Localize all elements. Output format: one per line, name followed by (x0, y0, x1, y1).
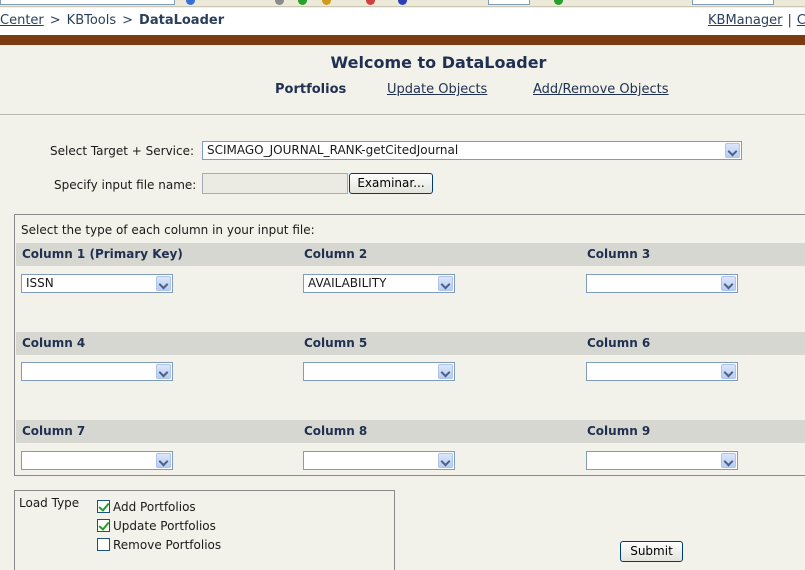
add-portfolios-option[interactable]: Add Portfolios (97, 500, 196, 514)
tool-icon (275, 0, 284, 5)
submit-button[interactable]: Submit (620, 541, 683, 562)
toolbar-search-fragment (692, 0, 774, 5)
update-portfolios-label: Update Portfolios (113, 519, 216, 533)
column-3-header: Column 3 (587, 247, 651, 261)
update-portfolios-checkbox[interactable] (97, 519, 110, 532)
column-5-select[interactable] (303, 362, 455, 381)
mail-icon (366, 0, 375, 5)
brand-bar (0, 35, 805, 45)
browse-button[interactable]: Examinar... (349, 173, 433, 194)
breadcrumb-current: DataLoader (139, 13, 225, 28)
column-header-row: Column 7 Column 8 Column 9 (16, 420, 805, 443)
column-8-header: Column 8 (304, 424, 368, 438)
load-type-panel: Load Type Add Portfolios Update Portfoli… (14, 490, 395, 570)
chevron-down-icon[interactable] (156, 453, 171, 468)
nav-add-remove-objects[interactable]: Add/Remove Objects (533, 82, 669, 97)
column-2-select[interactable]: AVAILABILITY (303, 274, 455, 293)
column-7-select[interactable] (21, 451, 173, 470)
file-name-input[interactable] (202, 173, 348, 194)
chevron-down-icon[interactable] (438, 453, 453, 468)
folder-icon (322, 0, 331, 5)
nav-update-objects[interactable]: Update Objects (387, 82, 487, 97)
update-portfolios-option[interactable]: Update Portfolios (97, 519, 216, 533)
chevron-down-icon[interactable] (438, 276, 453, 291)
column-types-title: Select the type of each column in your i… (21, 223, 315, 237)
column-2-header: Column 2 (304, 247, 368, 261)
page-title: Welcome to DataLoader (330, 53, 547, 72)
column-header-row: Column 1 (Primary Key) Column 2 Column 3 (16, 243, 805, 266)
remove-portfolios-option[interactable]: Remove Portfolios (97, 538, 221, 552)
breadcrumb-separator: > (49, 13, 61, 28)
chevron-down-icon[interactable] (721, 453, 736, 468)
breadcrumb-item-center[interactable]: Center (0, 13, 44, 28)
star-icon (398, 0, 407, 5)
target-service-value: SCIMAGO_JOURNAL_RANK-getCitedJournal (207, 143, 459, 157)
column-4-header: Column 4 (22, 336, 86, 350)
kbmanager-link[interactable]: KBManager (708, 13, 782, 28)
remove-portfolios-checkbox[interactable] (97, 538, 110, 551)
column-2-value: AVAILABILITY (308, 276, 387, 290)
search-icon (186, 0, 195, 5)
target-service-label: Select Target + Service: (50, 144, 195, 158)
address-field-fragment (0, 0, 175, 5)
chevron-down-icon[interactable] (721, 364, 736, 379)
chevron-down-icon[interactable] (156, 276, 171, 291)
breadcrumb-separator: > (122, 13, 134, 28)
target-service-select[interactable]: SCIMAGO_JOURNAL_RANK-getCitedJournal (202, 141, 742, 160)
chevron-down-icon[interactable] (725, 143, 740, 158)
column-types-panel: Select the type of each column in your i… (14, 214, 805, 476)
refresh-icon (298, 0, 307, 5)
next-toplink[interactable]: C (797, 13, 805, 28)
file-input-label: Specify input file name: (54, 178, 197, 192)
browser-toolbar-strip (0, 0, 805, 7)
breadcrumb-bar: Center > KBTools > DataLoader KBManager | C (0, 8, 805, 35)
nav-portfolios[interactable]: Portfolios (275, 82, 346, 97)
chevron-down-icon[interactable] (156, 364, 171, 379)
chevron-down-icon[interactable] (721, 276, 736, 291)
column-9-select[interactable] (586, 451, 738, 470)
chevron-down-icon[interactable] (438, 364, 453, 379)
page-header: Welcome to DataLoader Portfolios Update … (0, 45, 805, 115)
add-portfolios-label: Add Portfolios (113, 500, 196, 514)
column-3-select[interactable] (586, 274, 738, 293)
top-links: KBManager | C (708, 13, 805, 28)
column-6-header: Column 6 (587, 336, 651, 350)
toolbar-field-fragment (488, 0, 530, 5)
column-8-select[interactable] (303, 451, 455, 470)
load-type-label: Load Type (19, 496, 80, 510)
column-6-select[interactable] (586, 362, 738, 381)
column-1-select[interactable]: ISSN (21, 274, 173, 293)
column-5-header: Column 5 (304, 336, 368, 350)
column-header-row: Column 4 Column 5 Column 6 (16, 332, 805, 355)
add-portfolios-checkbox[interactable] (97, 500, 110, 513)
check-icon (554, 0, 563, 5)
column-1-header: Column 1 (Primary Key) (22, 247, 183, 261)
column-9-header: Column 9 (587, 424, 651, 438)
remove-portfolios-label: Remove Portfolios (113, 538, 222, 552)
breadcrumb: Center > KBTools > DataLoader (0, 13, 224, 28)
breadcrumb-item-kbtools[interactable]: KBTools (67, 13, 116, 28)
column-4-select[interactable] (21, 362, 173, 381)
column-1-value: ISSN (26, 276, 54, 290)
column-7-header: Column 7 (22, 424, 86, 438)
toplink-separator: | (787, 13, 792, 28)
